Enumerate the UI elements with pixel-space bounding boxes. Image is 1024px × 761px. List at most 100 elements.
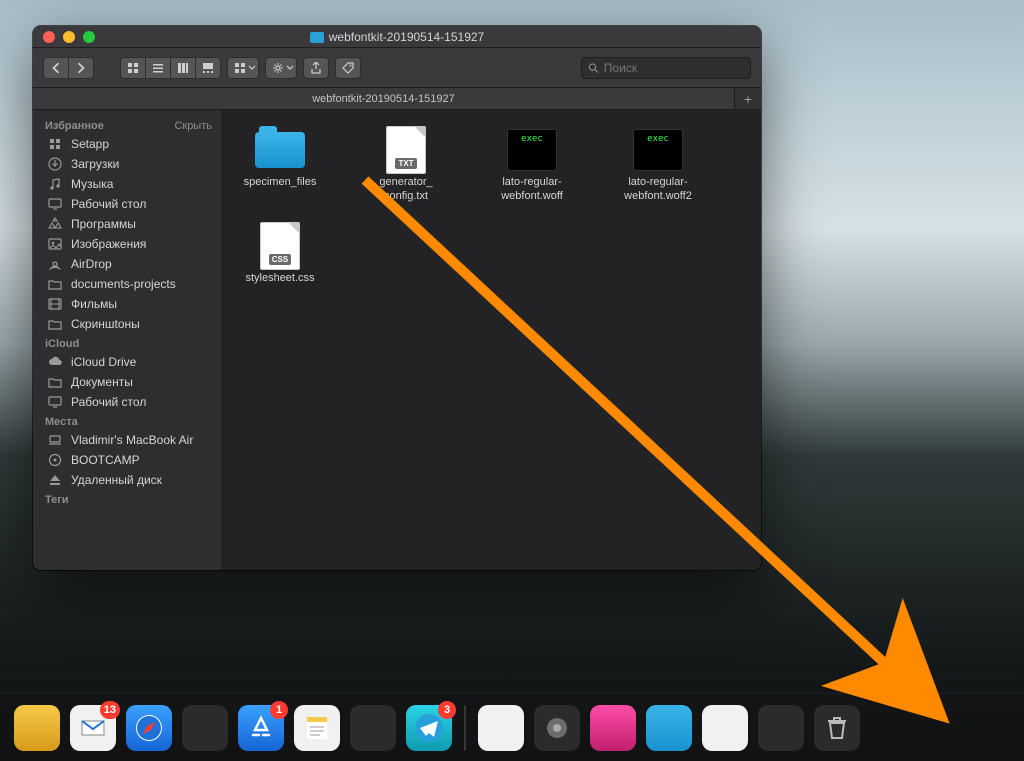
setapp-icon (47, 137, 63, 151)
apps-icon (47, 217, 63, 231)
toolbar (33, 48, 761, 88)
list-view-button[interactable] (145, 57, 170, 79)
gear-icon (272, 62, 284, 74)
sidebar-item-label: documents-projects (71, 277, 176, 291)
file-item[interactable]: TXTgenerator_​config.txt (363, 128, 449, 204)
badge: 13 (100, 701, 120, 719)
close-icon[interactable] (43, 31, 55, 43)
images-icon (47, 237, 63, 251)
folder-icon (47, 375, 63, 389)
back-button[interactable] (43, 57, 68, 79)
sidebar-item-label: Программы (71, 217, 136, 231)
sidebar-item-label: Музыка (71, 177, 113, 191)
wallet-app-icon[interactable] (758, 705, 804, 751)
content-area[interactable]: specimen_​files TXTgenerator_​config.txt e… (223, 110, 761, 570)
sidebar-item[interactable]: Программы (33, 214, 222, 234)
file-label: stylesheet.css (245, 272, 314, 286)
sidebar-item-label: Изображения (71, 237, 146, 251)
search-icon (588, 62, 599, 74)
file-item[interactable]: specimen_​files (237, 128, 323, 204)
sidebar-group-header: Места (33, 412, 222, 430)
tag-icon (342, 62, 354, 74)
traffic-lights (43, 31, 95, 43)
sidebar-item-label: Рабочий стол (71, 395, 146, 409)
notes-app-icon[interactable] (294, 705, 340, 751)
file-item[interactable]: execlato-regular-webfont.woff2 (615, 128, 701, 204)
sidebar-item[interactable]: Рабочий стол (33, 392, 222, 412)
search-field[interactable] (581, 57, 751, 79)
finder-window[interactable]: webfontkit-20190514-151927 (33, 26, 761, 570)
sidebar: ИзбранноеСкрытьSetappЗагрузкиМузыкаРабоч… (33, 110, 223, 570)
file-item[interactable]: execlato-regular-webfont.woff (489, 128, 575, 204)
settings-app-icon[interactable] (534, 705, 580, 751)
action-button[interactable] (265, 57, 297, 79)
telegram-app-icon[interactable]: 3 (406, 705, 452, 751)
sidebar-item-label: BOOTCAMP (71, 453, 140, 467)
sidebar-item[interactable]: Рабочий стол (33, 194, 222, 214)
sidebar-item[interactable]: Скриншtоны (33, 314, 222, 334)
reminders-app-icon[interactable] (478, 705, 524, 751)
badge: 3 (438, 701, 456, 719)
folder-icon (255, 132, 305, 168)
column-view-button[interactable] (170, 57, 195, 79)
sidebar-group-header: iCloud (33, 334, 222, 352)
file-label: specimen_​files (244, 176, 317, 190)
desktop-icon (47, 197, 63, 211)
sidebar-item[interactable]: Удаленный диск (33, 470, 222, 490)
tags-button[interactable] (335, 57, 361, 79)
butterfly-app-icon[interactable] (182, 705, 228, 751)
window-title-text: webfontkit-20190514-151927 (329, 30, 484, 44)
sidebar-item[interactable]: documents-projects (33, 274, 222, 294)
disk-icon (47, 453, 63, 467)
share-button[interactable] (303, 57, 329, 79)
document-icon: CSS (260, 222, 300, 270)
sidebar-item[interactable]: Музыка (33, 174, 222, 194)
arrange-button[interactable] (227, 57, 259, 79)
tab-active[interactable]: webfontkit-20190514-151927 (33, 88, 735, 109)
dropbox-folder-icon[interactable] (646, 705, 692, 751)
sidebar-group-title: Теги (45, 494, 69, 506)
forklift-app-icon[interactable] (14, 705, 60, 751)
dock-separator (464, 705, 466, 751)
icon-view-button[interactable] (120, 57, 145, 79)
sidebar-item[interactable]: iCloud Drive (33, 352, 222, 372)
titlebar[interactable]: webfontkit-20190514-151927 (33, 26, 761, 48)
sidebar-item[interactable]: Изображения (33, 234, 222, 254)
appstore-app-icon[interactable]: 1 (238, 705, 284, 751)
zoom-icon[interactable] (83, 31, 95, 43)
sidebar-item[interactable]: Vladimir's MacBook Air (33, 430, 222, 450)
desktop-icon (47, 395, 63, 409)
download-icon (47, 157, 63, 171)
file-label: lato-regular-webfont.woff2 (615, 176, 701, 204)
folder-icon (310, 32, 324, 43)
search-input[interactable] (604, 61, 744, 75)
sidebar-item-label: Скриншtоны (71, 317, 140, 331)
tab-bar: webfontkit-20190514-151927 + (33, 88, 761, 110)
new-tab-button[interactable]: + (735, 88, 761, 109)
sidebar-item[interactable]: Документы (33, 372, 222, 392)
sidebar-item[interactable]: BOOTCAMP (33, 450, 222, 470)
sidebar-item[interactable]: Setapp (33, 134, 222, 154)
folder-icon (47, 317, 63, 331)
sidebar-item-label: Vladimir's MacBook Air (71, 433, 193, 447)
mail-app-icon[interactable]: 13 (70, 705, 116, 751)
sidebar-item[interactable]: Фильмы (33, 294, 222, 314)
forward-button[interactable] (68, 57, 94, 79)
safari-app-icon[interactable] (126, 705, 172, 751)
file-item[interactable]: CSS stylesheet.css (237, 224, 323, 286)
logic-app-icon[interactable] (350, 705, 396, 751)
cleanmymac-app-icon[interactable] (590, 705, 636, 751)
sidebar-item[interactable]: Загрузки (33, 154, 222, 174)
sidebar-item-label: Загрузки (71, 157, 119, 171)
sidebar-group-header: Теги (33, 490, 222, 508)
exec-file-icon: exec (507, 129, 557, 171)
minimize-icon[interactable] (63, 31, 75, 43)
pdf-doc-icon[interactable] (702, 705, 748, 751)
sidebar-hide-button[interactable]: Скрыть (174, 120, 212, 132)
sidebar-item[interactable]: AirDrop (33, 254, 222, 274)
trash-icon[interactable] (814, 705, 860, 751)
movies-icon (47, 297, 63, 311)
gallery-view-button[interactable] (195, 57, 221, 79)
badge: 1 (270, 701, 288, 719)
sidebar-item-label: Рабочий стол (71, 197, 146, 211)
